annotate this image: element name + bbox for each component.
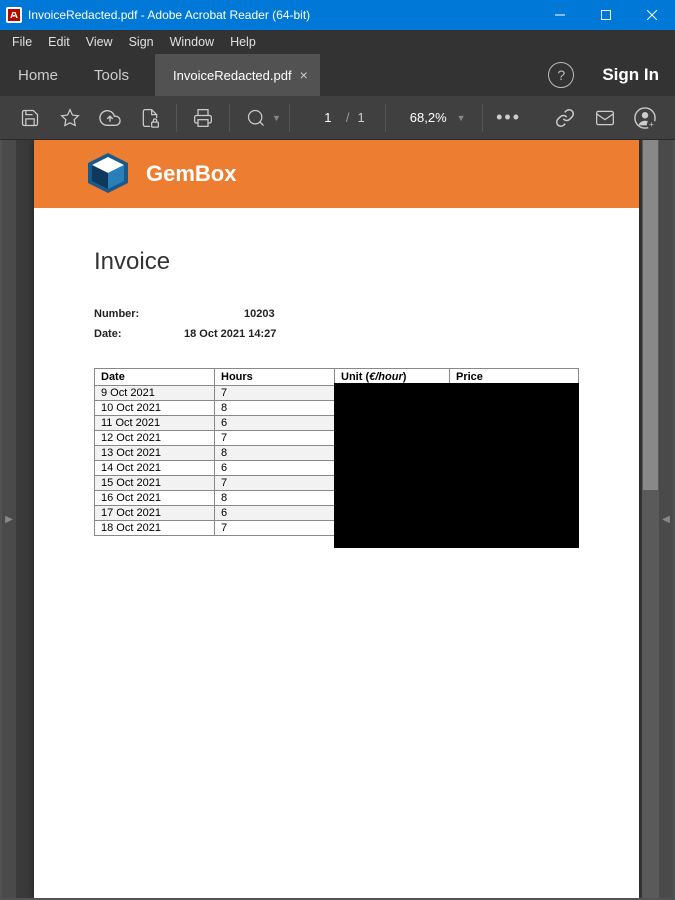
cell-date: 10 Oct 2021 [95, 401, 215, 416]
document-viewer: ▶ GemBox Invoice Number: 10203 Date: 18 … [2, 140, 673, 898]
cell-date: 11 Oct 2021 [95, 416, 215, 431]
invoice-date-value: 18 Oct 2021 14:27 [184, 328, 276, 340]
cell-hours: 7 [215, 431, 335, 446]
zoom-dropdown-icon[interactable]: ▼ [457, 113, 466, 123]
scrollbar-thumb[interactable] [643, 140, 658, 490]
toolbar-divider [229, 104, 230, 132]
invoice-number-label: Number: [94, 308, 184, 320]
toolbar-divider [482, 104, 483, 132]
close-button[interactable] [629, 0, 675, 30]
account-button[interactable]: + [627, 100, 663, 136]
star-button[interactable] [52, 100, 88, 136]
document-header: GemBox [34, 140, 639, 208]
right-panel-toggle[interactable]: ◀ [659, 140, 673, 898]
cell-hours: 6 [215, 461, 335, 476]
pdf-page: GemBox Invoice Number: 10203 Date: 18 Oc… [34, 140, 639, 898]
cell-hours: 6 [215, 416, 335, 431]
tab-document-label: InvoiceRedacted.pdf [173, 68, 292, 83]
menu-sign[interactable]: Sign [121, 33, 162, 51]
minimize-button[interactable] [537, 0, 583, 30]
invoice-table: Date Hours Unit (€/hour) Price 9 Oct 202… [94, 368, 579, 536]
toolbar-divider [289, 104, 290, 132]
app-icon [6, 7, 22, 23]
tab-home[interactable]: Home [0, 54, 76, 96]
cell-date: 16 Oct 2021 [95, 491, 215, 506]
invoice-number-value: 10203 [244, 308, 275, 320]
search-button[interactable] [238, 100, 274, 136]
cell-date: 18 Oct 2021 [95, 521, 215, 536]
cell-hours: 6 [215, 506, 335, 521]
left-panel-toggle[interactable]: ▶ [2, 140, 16, 898]
window-title: InvoiceRedacted.pdf - Adobe Acrobat Read… [28, 8, 537, 22]
svg-text:+: + [649, 120, 654, 129]
gembox-logo-icon [84, 153, 132, 195]
tab-close-icon[interactable]: × [300, 67, 308, 83]
cell-hours: 7 [215, 386, 335, 401]
menu-file[interactable]: File [4, 33, 40, 51]
cloud-upload-button[interactable] [92, 100, 128, 136]
menu-edit[interactable]: Edit [40, 33, 78, 51]
chevron-right-icon: ▶ [5, 514, 13, 525]
page-current-input[interactable]: 1 [314, 110, 342, 125]
tabs-row: Home Tools InvoiceRedacted.pdf × ? Sign … [0, 54, 675, 96]
cell-date: 15 Oct 2021 [95, 476, 215, 491]
mail-button[interactable] [587, 100, 623, 136]
page-lock-button[interactable] [132, 100, 168, 136]
redacted-area [334, 383, 579, 548]
save-button[interactable] [12, 100, 48, 136]
window-titlebar: InvoiceRedacted.pdf - Adobe Acrobat Read… [0, 0, 675, 30]
maximize-button[interactable] [583, 0, 629, 30]
document-title: Invoice [94, 248, 579, 276]
invoice-date-label: Date: [94, 328, 184, 340]
cell-date: 17 Oct 2021 [95, 506, 215, 521]
cell-hours: 7 [215, 476, 335, 491]
cell-hours: 8 [215, 446, 335, 461]
menu-help[interactable]: Help [222, 33, 264, 51]
page-total: 1 [358, 110, 365, 125]
tab-tools[interactable]: Tools [76, 54, 147, 96]
more-button[interactable]: ••• [491, 100, 527, 136]
cell-date: 9 Oct 2021 [95, 386, 215, 401]
cell-hours: 7 [215, 521, 335, 536]
menubar: File Edit View Sign Window Help [0, 30, 675, 54]
menu-window[interactable]: Window [162, 33, 222, 51]
zoom-value[interactable]: 68,2% [410, 110, 447, 125]
page-separator: / [346, 110, 350, 125]
help-button[interactable]: ? [548, 62, 574, 88]
vertical-scrollbar[interactable] [642, 140, 659, 898]
menu-view[interactable]: View [78, 33, 121, 51]
chevron-left-icon: ◀ [662, 514, 670, 525]
toolbar-divider [385, 104, 386, 132]
toolbar-divider [176, 104, 177, 132]
header-hours: Hours [215, 369, 335, 386]
cell-date: 14 Oct 2021 [95, 461, 215, 476]
cell-hours: 8 [215, 491, 335, 506]
brand-name: GemBox [146, 161, 236, 187]
header-date: Date [95, 369, 215, 386]
cell-date: 12 Oct 2021 [95, 431, 215, 446]
toolbar: ▼ 1 / 1 68,2% ▼ ••• + [0, 96, 675, 140]
cell-hours: 8 [215, 401, 335, 416]
sign-in-button[interactable]: Sign In [586, 54, 675, 96]
print-button[interactable] [185, 100, 221, 136]
tab-document[interactable]: InvoiceRedacted.pdf × [155, 54, 320, 96]
cell-date: 13 Oct 2021 [95, 446, 215, 461]
link-button[interactable] [547, 100, 583, 136]
